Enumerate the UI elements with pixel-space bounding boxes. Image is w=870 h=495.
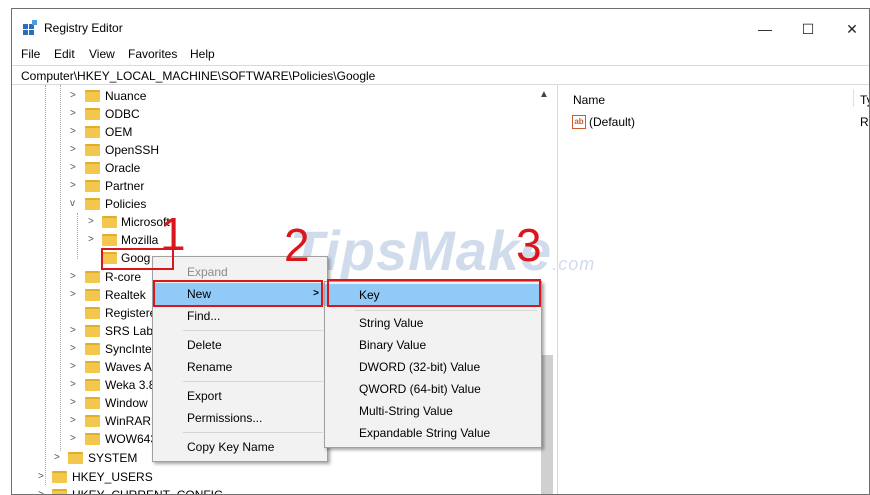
chevron-right-icon[interactable]: >: [70, 376, 76, 394]
folder-icon: [85, 180, 100, 192]
tree-guide-line: [77, 213, 78, 259]
folder-icon: [85, 162, 100, 174]
chevron-down-icon[interactable]: v: [70, 195, 75, 213]
submenu-item-binary-value[interactable]: Binary Value: [325, 334, 541, 356]
folder-icon: [68, 452, 83, 464]
folder-icon: [85, 144, 100, 156]
values-pane[interactable]: Name Ty ab (Default) R: [558, 85, 869, 494]
folder-icon: [85, 343, 100, 355]
folder-icon: [85, 379, 100, 391]
chevron-right-icon[interactable]: >: [88, 213, 94, 231]
submenu-item-qword-value[interactable]: QWORD (64-bit) Value: [325, 378, 541, 400]
chevron-right-icon[interactable]: >: [38, 486, 44, 494]
menu-view[interactable]: View: [89, 47, 115, 61]
chevron-right-icon[interactable]: >: [70, 87, 76, 105]
menu-item-rename[interactable]: Rename: [153, 356, 327, 378]
registry-editor-icon: [23, 20, 37, 35]
chevron-right-icon[interactable]: >: [70, 123, 76, 141]
menu-separator: [355, 310, 537, 311]
highlight-box-key: [327, 279, 541, 307]
menu-edit[interactable]: Edit: [54, 47, 75, 61]
chevron-right-icon[interactable]: >: [70, 159, 76, 177]
column-separator[interactable]: [853, 89, 854, 107]
minimize-button[interactable]: —: [742, 15, 788, 43]
folder-icon: [52, 471, 67, 483]
submenu-item-multi-string-value[interactable]: Multi-String Value: [325, 400, 541, 422]
tree-guide-line: [45, 85, 46, 485]
menu-help[interactable]: Help: [190, 47, 215, 61]
chevron-right-icon[interactable]: >: [70, 322, 76, 340]
step-number-3: 3: [516, 219, 542, 271]
folder-icon: [102, 234, 117, 246]
watermark: TipsMake.com: [290, 219, 596, 282]
folder-icon: [52, 489, 67, 494]
chevron-right-icon[interactable]: >: [70, 105, 76, 123]
maximize-button[interactable]: ☐: [785, 15, 831, 43]
folder-icon: [85, 415, 100, 427]
folder-icon: [85, 126, 100, 138]
address-path[interactable]: Computer\HKEY_LOCAL_MACHINE\SOFTWARE\Pol…: [21, 69, 375, 83]
folder-icon: [85, 307, 100, 319]
folder-icon: [85, 361, 100, 373]
title-bar: Registry Editor — ☐ ✕: [12, 9, 869, 45]
chevron-right-icon[interactable]: >: [70, 394, 76, 412]
menu-item-delete[interactable]: Delete: [153, 334, 327, 356]
close-button[interactable]: ✕: [829, 15, 869, 43]
folder-icon: [85, 289, 100, 301]
chevron-right-icon[interactable]: >: [70, 340, 76, 358]
chevron-right-icon[interactable]: >: [38, 468, 44, 486]
chevron-right-icon[interactable]: >: [70, 268, 76, 286]
folder-icon: [85, 325, 100, 337]
folder-icon: [85, 108, 100, 120]
window-title: Registry Editor: [44, 21, 123, 35]
chevron-right-icon[interactable]: >: [70, 286, 76, 304]
submenu-item-dword-value[interactable]: DWORD (32-bit) Value: [325, 356, 541, 378]
menu-file[interactable]: File: [21, 47, 40, 61]
submenu-item-string-value[interactable]: String Value: [325, 312, 541, 334]
menu-item-find[interactable]: Find...: [153, 305, 327, 327]
column-header-type[interactable]: Ty: [860, 93, 869, 107]
chevron-right-icon[interactable]: >: [70, 141, 76, 159]
chevron-right-icon[interactable]: >: [88, 231, 94, 249]
folder-open-icon: [85, 198, 100, 210]
value-type-default: R: [860, 115, 869, 129]
column-header-name[interactable]: Name: [573, 93, 605, 107]
folder-icon: [85, 90, 100, 102]
menu-item-permissions[interactable]: Permissions...: [153, 407, 327, 429]
submenu-item-expandable-string-value[interactable]: Expandable String Value: [325, 422, 541, 444]
step-number-1: 1: [160, 208, 186, 260]
value-name-default[interactable]: (Default): [589, 115, 635, 129]
folder-icon: [85, 397, 100, 409]
address-bar[interactable]: Computer\HKEY_LOCAL_MACHINE\SOFTWARE\Pol…: [12, 65, 869, 85]
menu-separator: [183, 330, 323, 331]
highlight-box-new: [153, 280, 323, 307]
menu-separator: [183, 432, 323, 433]
menu-separator: [183, 381, 323, 382]
chevron-right-icon[interactable]: >: [70, 430, 76, 448]
menu-item-export[interactable]: Export: [153, 385, 327, 407]
step-number-2: 2: [284, 219, 310, 271]
folder-icon: [85, 433, 100, 445]
tree-guide-line: [60, 85, 61, 451]
chevron-right-icon[interactable]: >: [54, 449, 60, 467]
scrollbar-thumb[interactable]: [541, 355, 553, 494]
menu-bar: File Edit View Favorites Help: [12, 45, 869, 65]
chevron-right-icon[interactable]: >: [70, 358, 76, 376]
chevron-right-icon[interactable]: >: [70, 412, 76, 430]
folder-icon: [102, 216, 117, 228]
scroll-up-arrow-icon[interactable]: ▲: [539, 89, 549, 100]
string-value-icon: ab: [572, 115, 586, 129]
menu-favorites[interactable]: Favorites: [128, 47, 177, 61]
folder-icon: [85, 271, 100, 283]
chevron-right-icon[interactable]: >: [70, 177, 76, 195]
menu-item-copy-key-name[interactable]: Copy Key Name: [153, 436, 327, 458]
